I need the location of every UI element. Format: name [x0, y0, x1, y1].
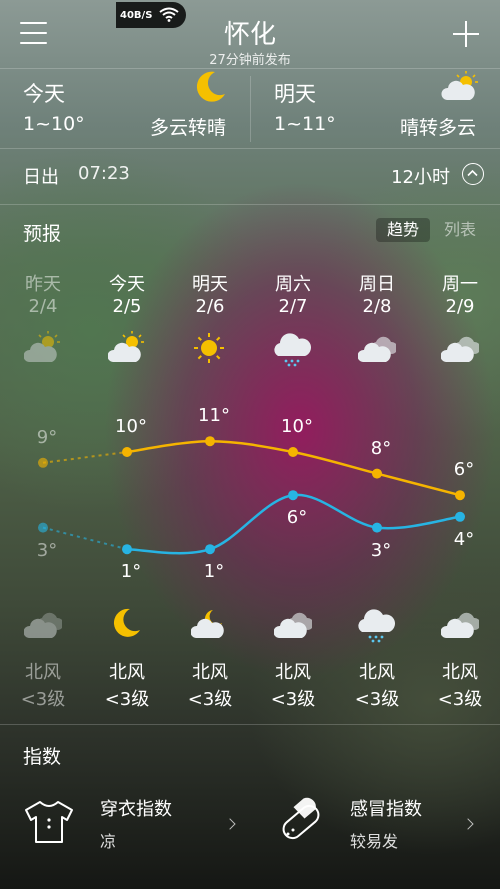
chevron-right-icon [462, 818, 474, 830]
temp-point [455, 511, 465, 522]
high-temp-label: 10° [115, 416, 147, 437]
wind-level: <3级 [20, 689, 66, 710]
wind-direction: 北风 [109, 662, 145, 683]
divider [0, 724, 500, 725]
cloudy-icon [273, 606, 314, 648]
index-name: 穿衣指数 [100, 799, 172, 820]
chevron-right-icon [224, 818, 236, 830]
low-temp-label: 1° [120, 561, 142, 583]
temp-point [205, 436, 215, 447]
wind-direction: 北风 [25, 662, 61, 683]
wind-level: <3级 [354, 689, 400, 710]
temp-point [205, 544, 215, 555]
wind-direction: 北风 [192, 662, 228, 683]
temp-point [38, 522, 48, 533]
low-temp-label: 4° [453, 528, 475, 550]
temp-point [288, 490, 298, 501]
wind-level: <3级 [437, 689, 483, 710]
temp-point [38, 457, 48, 468]
high-temp-label: 11° [198, 405, 230, 427]
low-temp-label: 1° [203, 561, 225, 583]
tshirt-icon [25, 801, 73, 843]
cloudy-moon-icon [190, 606, 229, 648]
index-item-cold[interactable]: 感冒指数 较易发 [250, 780, 500, 851]
index-value: 凉 [100, 832, 117, 851]
temperature-chart [38, 436, 465, 555]
high-temp-label: 10° [281, 416, 313, 437]
pill-icon [282, 797, 320, 840]
high-temp-label: 8° [370, 437, 392, 459]
temp-point [122, 447, 132, 457]
low-temp-label: 6° [286, 507, 308, 529]
wind-level: <3级 [187, 689, 233, 710]
temp-point [288, 447, 298, 457]
cloudy-icon [440, 606, 481, 648]
low-temp-label: 3° [36, 539, 58, 561]
wind-direction: 北风 [442, 662, 478, 683]
wind-level: <3级 [270, 689, 316, 710]
rain-icon [358, 606, 396, 648]
indices-title: 指数 [23, 746, 62, 768]
index-name: 感冒指数 [350, 799, 422, 820]
index-value: 较易发 [350, 832, 399, 851]
temp-point [372, 468, 382, 479]
index-item-clothing[interactable]: 穿衣指数 凉 [0, 780, 250, 851]
temp-point [122, 544, 132, 555]
cloudy-icon [23, 606, 64, 648]
temp-point [372, 522, 382, 533]
high-temp-label: 9° [36, 426, 58, 448]
temp-point [455, 490, 465, 501]
moon-icon [108, 606, 146, 648]
high-temp-label: 6° [453, 459, 475, 481]
wind-direction: 北风 [359, 662, 395, 683]
past-trend-line [42, 451, 128, 464]
wind-direction: 北风 [275, 662, 311, 683]
wind-level: <3级 [104, 689, 150, 710]
low-temp-label: 3° [370, 539, 392, 561]
